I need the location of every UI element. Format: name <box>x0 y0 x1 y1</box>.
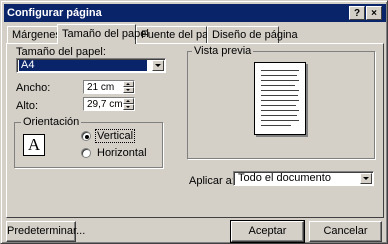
horizontal-label[interactable]: Horizontal <box>97 147 147 159</box>
height-spinner[interactable]: 29,7 cm <box>83 97 135 111</box>
chevron-down-icon[interactable] <box>360 173 372 184</box>
preview-group: Vista previa <box>187 45 375 159</box>
width-value: 21 cm <box>87 82 115 93</box>
page-preview <box>254 62 306 135</box>
preview-text-line <box>261 115 297 116</box>
preview-legend: Vista previa <box>192 45 254 57</box>
cancel-button-label: Cancelar <box>323 225 368 237</box>
ok-button-label: Aceptar <box>248 225 287 237</box>
vertical-radio[interactable] <box>81 131 91 141</box>
close-button[interactable]: × <box>366 6 382 20</box>
preview-text-line <box>261 85 295 86</box>
width-label: Ancho: <box>16 82 51 94</box>
cancel-button[interactable]: Cancelar <box>309 221 382 242</box>
preview-text-line <box>261 90 299 91</box>
apply-to-select[interactable]: Todo el documento <box>233 171 374 186</box>
spin-down-icon[interactable] <box>123 87 134 93</box>
tab-margins[interactable]: Márgenes <box>7 26 61 44</box>
preview-text-line <box>261 95 298 96</box>
height-label: Alto: <box>16 100 39 112</box>
tab-panel: Tamaño del papel: A4 Ancho: 21 cm Alto: … <box>6 43 384 218</box>
tab-margins-label: Márgenes <box>12 29 61 41</box>
preview-text-line <box>261 110 299 111</box>
preview-text-line <box>261 120 299 121</box>
preview-text-line <box>261 100 299 101</box>
preview-text-line <box>261 80 299 81</box>
paper-size-select[interactable]: A4 <box>16 58 166 73</box>
title-bar: Configurar página ? × <box>4 4 386 22</box>
portrait-page-icon: A <box>23 134 45 156</box>
apply-to-label: Aplicar a: <box>189 175 235 187</box>
preview-text-line <box>261 105 296 106</box>
orientation-legend: Orientación <box>21 116 82 128</box>
paper-size-label: Tamaño del papel: <box>16 46 106 58</box>
width-spinner[interactable]: 21 cm <box>83 80 135 94</box>
tab-layout[interactable]: Diseño de página <box>207 26 298 44</box>
tab-layout-label: Diseño de página <box>212 29 298 41</box>
preview-text-line <box>261 75 297 76</box>
default-button-label: Predeterminar... <box>7 225 86 237</box>
window-title: Configurar página <box>7 7 102 19</box>
orientation-group: Orientación A Vertical Horizontal <box>14 116 163 168</box>
ok-button[interactable]: Aceptar <box>230 220 305 243</box>
paper-size-value: A4 <box>19 60 147 71</box>
page-setup-dialog: Configurar página ? × Márgenes Tamaño de… <box>0 0 388 244</box>
preview-text-line <box>261 125 291 126</box>
horizontal-radio[interactable] <box>81 148 91 158</box>
spin-down-icon[interactable] <box>123 104 134 110</box>
preview-text-line <box>261 70 299 71</box>
chevron-down-icon[interactable] <box>152 60 164 71</box>
portrait-page-letter: A <box>27 135 41 154</box>
height-value: 29,7 cm <box>87 99 123 110</box>
help-button[interactable]: ? <box>349 6 365 20</box>
tab-paper-size-label: Tamaño del papel <box>62 28 149 40</box>
default-button[interactable]: Predeterminar... <box>6 221 85 242</box>
tab-paper-size[interactable]: Tamaño del papel <box>57 24 149 44</box>
apply-to-value: Todo el documento <box>238 172 331 184</box>
vertical-label[interactable]: Vertical <box>95 129 136 143</box>
